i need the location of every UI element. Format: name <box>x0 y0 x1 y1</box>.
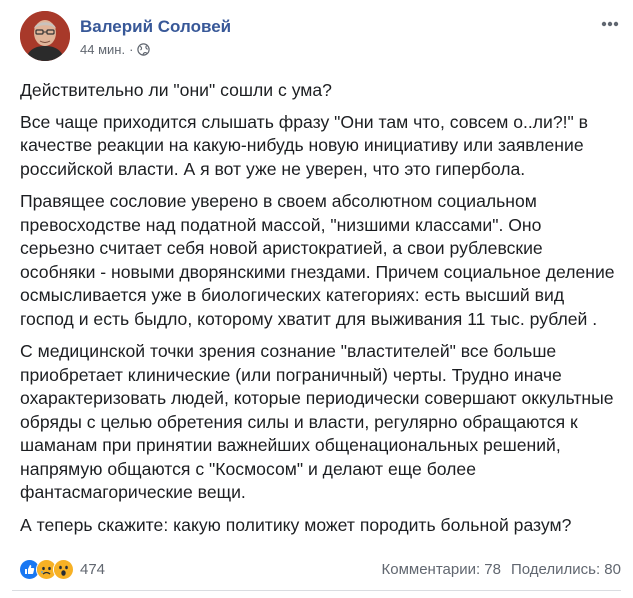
post-paragraph: Все чаще приходится слышать фразу "Они т… <box>20 111 589 179</box>
wow-icon <box>53 558 74 580</box>
globe-icon[interactable] <box>137 42 151 56</box>
post-meta: Валерий Соловей 44 мин. · <box>80 16 231 57</box>
reaction-count: 474 <box>80 560 106 578</box>
facebook-post: Валерий Соловей 44 мин. · Действительно … <box>0 0 633 598</box>
post-body: Действительно ли "они" сошли с ума? Все … <box>20 79 620 546</box>
footer-divider <box>12 590 621 591</box>
avatar[interactable] <box>20 11 70 61</box>
reactions-summary[interactable]: 474 <box>19 558 106 580</box>
post-footer: 474 Комментарии: 78 Поделились: 80 <box>19 557 621 581</box>
post-subline: 44 мин. · <box>80 42 231 57</box>
post-paragraph: Действительно ли "они" сошли с ума? <box>20 80 332 100</box>
avatar-portrait-icon <box>20 11 70 61</box>
more-options-button[interactable] <box>599 16 621 32</box>
post-paragraph: С медицинской точки зрения сознание "вла… <box>20 341 614 502</box>
post-header: Валерий Соловей 44 мин. · <box>20 11 231 61</box>
post-timestamp[interactable]: 44 мин. <box>80 42 125 57</box>
post-paragraph: А теперь скажите: какую политику может п… <box>20 514 572 535</box>
engagement-counts: Комментарии: 78 Поделились: 80 <box>382 561 622 578</box>
more-dots-icon <box>601 21 619 27</box>
author-name[interactable]: Валерий Соловей <box>80 16 231 38</box>
comments-count-link[interactable]: Комментарии: 78 <box>382 561 502 578</box>
separator-dot: · <box>129 41 134 57</box>
post-paragraph: Правящее сословие уверено в своем абсолю… <box>20 191 615 329</box>
shares-count-link[interactable]: Поделились: 80 <box>511 561 621 578</box>
